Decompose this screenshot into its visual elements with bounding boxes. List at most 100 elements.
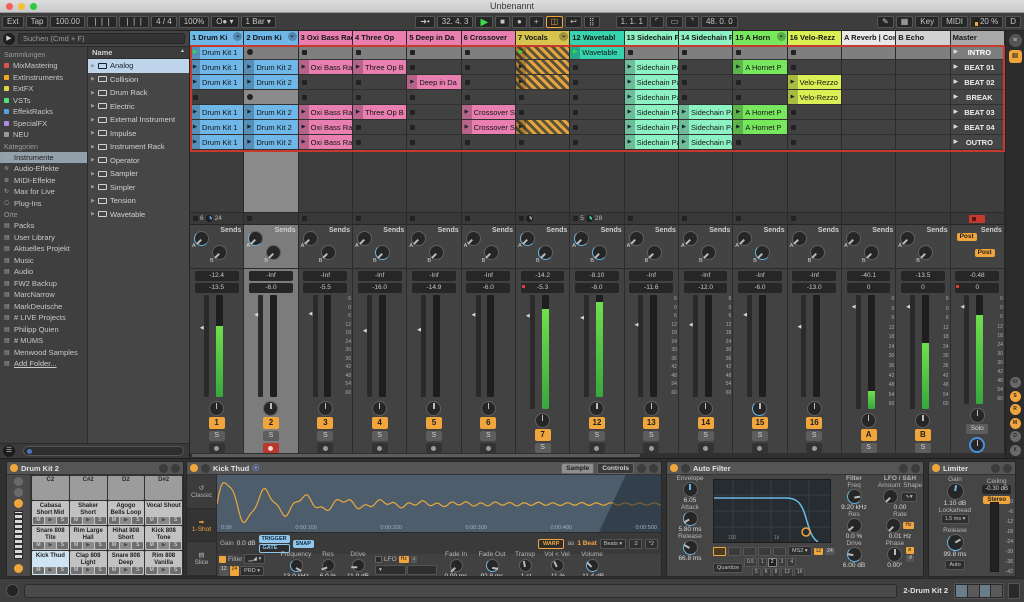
pad-solo-button[interactable]: S: [170, 567, 181, 574]
quantization-menu[interactable]: 1 Bar ▾: [241, 16, 276, 28]
volume-fader[interactable]: ◀: [421, 295, 426, 397]
track-header-7[interactable]: 7 Vocals⌄: [516, 31, 569, 45]
volume-fader[interactable]: ◀: [476, 295, 481, 397]
clip-stop-icon[interactable]: [682, 95, 687, 100]
clip-slot[interactable]: ▶Sidechain Pad: [679, 105, 732, 120]
volume-value[interactable]: -6.0: [738, 283, 782, 293]
sample-waveform-display[interactable]: 0:000:00:1000:00:2000:00:3000:00:4000:00…: [217, 475, 661, 532]
clip-stop-icon[interactable]: [791, 125, 796, 130]
track-stop-icon[interactable]: [302, 216, 307, 221]
hot-swap-icon[interactable]: [637, 464, 646, 473]
clip-slot[interactable]: ▶Velo-Rezzo: [788, 75, 841, 90]
expand-triangle-icon[interactable]: ▶: [91, 184, 98, 190]
stop-slot[interactable]: [353, 120, 406, 135]
record-slot[interactable]: [244, 90, 297, 105]
clip-slot[interactable]: ▶Sidechain Pad: [679, 135, 732, 150]
place-item[interactable]: ▤User Library: [0, 232, 87, 244]
send-b-knob[interactable]: [918, 245, 933, 260]
stop-button[interactable]: ■: [495, 16, 510, 28]
fade-out-control[interactable]: Fade Out92.8 ms: [475, 551, 509, 578]
send-b-knob[interactable]: [810, 245, 825, 260]
clip-stop-icon[interactable]: [465, 50, 470, 55]
clip-stop-icon[interactable]: [573, 140, 578, 145]
clip-slot[interactable]: ▶Drum Kit 1: [190, 75, 243, 90]
track-stop-icon[interactable]: [519, 216, 524, 221]
track-header-4[interactable]: 4 Three Op: [353, 31, 406, 45]
mixer-view-toggle-button[interactable]: III: [1009, 50, 1022, 63]
drive-control[interactable]: Drive11.0 dB: [343, 551, 373, 578]
drive-knob[interactable]: [847, 547, 862, 562]
fader-handle-icon[interactable]: ◀: [254, 313, 258, 317]
lfo-shape-menu[interactable]: ▾: [375, 565, 406, 575]
solo-button[interactable]: S: [806, 431, 822, 441]
clip-slot[interactable]: ▶Sidechain Pad: [625, 105, 678, 120]
stop-slot[interactable]: [679, 45, 732, 60]
clip-slot[interactable]: ▶Velo-Rezzo: [788, 90, 841, 105]
clip-play-icon[interactable]: ▶: [407, 75, 417, 89]
clip-slot[interactable]: ▶Sidechain Pad: [679, 120, 732, 135]
expand-triangle-icon[interactable]: ▶: [91, 76, 98, 82]
pad-mute-button[interactable]: M: [109, 567, 120, 574]
clip-stop-icon[interactable]: [465, 80, 470, 85]
quantize-value-6[interactable]: 6: [762, 568, 771, 577]
clip-slot[interactable]: ▶Deep in Da: [407, 75, 460, 90]
pan-knob[interactable]: [209, 401, 224, 416]
pad-mute-button[interactable]: M: [146, 542, 157, 549]
meter-peak-value[interactable]: -0.48: [955, 271, 999, 281]
rate-value[interactable]: 0.01 Hz: [889, 533, 911, 540]
clip-play-icon[interactable]: ▶: [462, 120, 472, 134]
fader-handle-icon[interactable]: ◀: [309, 312, 313, 316]
clip-play-icon[interactable]: ▶: [516, 120, 526, 134]
scene-play-icon[interactable]: ▶: [954, 139, 958, 145]
volume-value[interactable]: -6.0: [249, 283, 293, 293]
clip-slot[interactable]: ▶Drum Kit 2: [244, 135, 297, 150]
section-toggle-s[interactable]: S: [1010, 391, 1021, 402]
clip-play-icon[interactable]: ▶: [299, 60, 309, 74]
browser-item-operator[interactable]: ▶Operator: [88, 154, 189, 168]
place-item[interactable]: ▤Aktuelles Projekt: [0, 243, 87, 255]
solo-button[interactable]: S: [915, 443, 931, 453]
nudge-down-button[interactable]: ❘❘❘: [87, 16, 117, 28]
bandpass-icon[interactable]: [743, 547, 756, 556]
empty-return-slot[interactable]: [842, 60, 895, 75]
clip-stop-icon[interactable]: [791, 110, 796, 115]
send-a-knob[interactable]: [629, 231, 644, 246]
mode-one-shot[interactable]: ➡1-Shot: [187, 509, 216, 543]
clip-slot[interactable]: ▶Oxi Bass Rack: [299, 135, 352, 150]
stop-slot[interactable]: [570, 120, 623, 135]
fader-handle-icon[interactable]: ◀: [472, 313, 476, 317]
transpose-control[interactable]: Transp-1 st: [511, 551, 539, 578]
clip-slot[interactable]: ▶Drum Kit 2: [244, 75, 297, 90]
browser-item-collision[interactable]: ▶Collision: [88, 73, 189, 87]
save-preset-icon[interactable]: [911, 464, 920, 473]
pad-preview-icon[interactable]: ▶: [158, 567, 169, 574]
phase-knob[interactable]: [887, 547, 902, 562]
clip-slot[interactable]: ▶A Hornet P: [733, 105, 786, 120]
save-preset-icon[interactable]: [171, 464, 180, 473]
drum-pad-clap-808-light[interactable]: Clap 808 LightM▶S: [70, 551, 107, 575]
track-stop-icon[interactable]: [247, 216, 252, 221]
fader-handle-icon[interactable]: ◀: [363, 329, 367, 333]
info-view-icon[interactable]: [6, 584, 19, 597]
stop-slot[interactable]: [625, 45, 678, 60]
device-on-icon[interactable]: [10, 464, 18, 472]
volume-value[interactable]: -13.0: [792, 283, 836, 293]
clip-stop-icon[interactable]: [628, 50, 633, 55]
drum-pad-empty-c2[interactable]: C2: [32, 476, 69, 500]
place-item[interactable]: ▤# LIVE Projects: [0, 312, 87, 324]
clip-play-icon[interactable]: ▶: [679, 135, 689, 149]
meter-peak-value[interactable]: -12.4: [195, 271, 239, 281]
tab-controls[interactable]: Controls: [597, 463, 634, 474]
pan-knob[interactable]: [481, 401, 496, 416]
solo-button[interactable]: S: [535, 443, 551, 453]
warp-length-value[interactable]: 1 Beat: [577, 540, 597, 547]
pad-preview-icon[interactable]: ▶: [83, 542, 94, 549]
highpass-icon[interactable]: [728, 547, 741, 556]
double-tempo-button[interactable]: *2: [645, 539, 658, 549]
pad-mute-button[interactable]: M: [109, 517, 120, 524]
pad-preview-icon[interactable]: ▶: [120, 542, 131, 549]
browser-item-external-instrument[interactable]: ▶External Instrument: [88, 113, 189, 127]
send-a-knob[interactable]: [900, 231, 915, 246]
pad-solo-button[interactable]: S: [95, 542, 106, 549]
fade-in-control[interactable]: Fade In0.00 ms: [439, 551, 473, 578]
